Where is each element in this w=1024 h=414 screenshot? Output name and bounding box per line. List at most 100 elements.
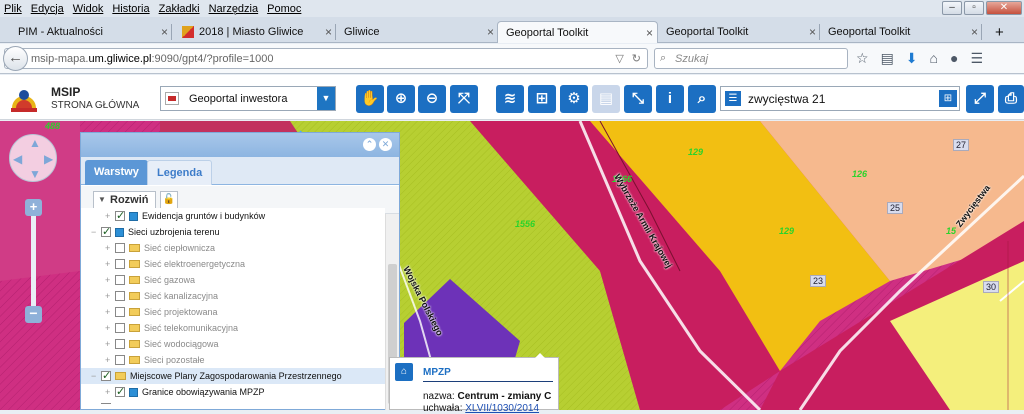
measure-button[interactable]: ⤡ bbox=[624, 85, 652, 113]
layer-checkbox[interactable] bbox=[115, 243, 125, 253]
menu-tools[interactable]: Narzędzia bbox=[209, 3, 259, 15]
search-map-button[interactable]: ⌕ bbox=[688, 85, 716, 113]
pan-up-icon[interactable]: ▲ bbox=[29, 136, 41, 150]
expand-toggle-icon[interactable]: + bbox=[105, 243, 115, 253]
tab-pim[interactable]: PIM - Aktualności × bbox=[10, 21, 172, 43]
add-layer-button[interactable]: ⊞ bbox=[528, 85, 556, 113]
tab-geoportal-3[interactable]: Geoportal Toolkit × bbox=[820, 21, 982, 43]
address-search-input[interactable]: ☰ zwycięstwa 21 ⊞ bbox=[720, 86, 960, 111]
layer-row[interactable]: + Granice obowiązywania MPZP bbox=[81, 384, 385, 400]
print-list-button[interactable]: ▤ bbox=[592, 85, 620, 113]
expand-toggle-icon[interactable]: + bbox=[105, 323, 115, 333]
pan-left-icon[interactable]: ◀ bbox=[13, 152, 22, 166]
menu-view[interactable]: Widok bbox=[73, 3, 104, 15]
layer-row[interactable]: − Miejscowe Plany Zagospodarowania Przest… bbox=[81, 368, 385, 384]
chat-icon[interactable]: ● bbox=[950, 50, 958, 67]
list-icon[interactable]: ☰ bbox=[725, 91, 741, 106]
tab-gliwice[interactable]: Gliwice × bbox=[336, 21, 498, 43]
pan-control[interactable]: ▲ ▼ ◀ ▶ bbox=[9, 134, 57, 182]
layer-checkbox[interactable] bbox=[115, 339, 125, 349]
new-tab-button[interactable]: + bbox=[987, 21, 1007, 43]
tab-geoportal-active[interactable]: Geoportal Toolkit × bbox=[497, 21, 658, 43]
pan-hand-button[interactable]: ✋ bbox=[356, 85, 384, 113]
zoom-slider[interactable] bbox=[31, 216, 36, 306]
layer-row[interactable]: + Sieć gazowa bbox=[81, 272, 385, 288]
dropdown-arrow-icon[interactable]: ▽ bbox=[615, 52, 623, 65]
layer-row[interactable]: + Sieć projektowana bbox=[81, 304, 385, 320]
zoom-out-button[interactable]: ⊖ bbox=[418, 85, 446, 113]
expand-button[interactable]: Rozwiń bbox=[93, 191, 156, 209]
layer-row[interactable]: + Sieć telekomunikacyjna bbox=[81, 320, 385, 336]
expand-toggle-icon[interactable]: + bbox=[105, 291, 115, 301]
menu-history[interactable]: Historia bbox=[112, 3, 149, 15]
layers-button[interactable]: ≋ bbox=[496, 85, 524, 113]
menu-edit[interactable]: Edycja bbox=[31, 3, 64, 15]
layer-row[interactable]: + Sieci pozostałe bbox=[81, 352, 385, 368]
expand-toggle-icon[interactable]: − bbox=[91, 371, 101, 381]
menu-bookmarks[interactable]: Zakładki bbox=[159, 3, 200, 15]
expand-toggle-icon[interactable]: − bbox=[91, 403, 101, 404]
hamburger-menu-icon[interactable]: ☰ bbox=[970, 50, 983, 67]
reading-list-icon[interactable]: ▤ bbox=[881, 50, 894, 67]
unlock-icon[interactable]: 🔓 bbox=[160, 191, 178, 209]
tab-legend[interactable]: Legenda bbox=[147, 160, 213, 185]
layer-checkbox[interactable] bbox=[115, 291, 125, 301]
layer-row[interactable]: − Sieci uzbrojenia terenu bbox=[81, 224, 385, 240]
expand-toggle-icon[interactable]: + bbox=[105, 307, 115, 317]
expand-toggle-icon[interactable]: + bbox=[105, 259, 115, 269]
layer-checkbox[interactable] bbox=[115, 307, 125, 317]
pan-down-icon[interactable]: ▼ bbox=[29, 167, 41, 181]
layer-checkbox[interactable] bbox=[115, 355, 125, 365]
expand-toggle-icon[interactable]: − bbox=[91, 227, 101, 237]
settings-button[interactable]: ⚙ bbox=[560, 85, 588, 113]
zoom-in-control[interactable]: + bbox=[25, 199, 42, 216]
layer-checkbox[interactable] bbox=[101, 401, 111, 404]
bookmark-star-icon[interactable]: ☆ bbox=[856, 50, 869, 67]
close-tab-icon[interactable]: × bbox=[325, 25, 332, 39]
info-button[interactable]: i bbox=[656, 85, 684, 113]
layer-row[interactable]: + Sieć kanalizacyjna bbox=[81, 288, 385, 304]
layer-checkbox[interactable] bbox=[115, 275, 125, 285]
brand-subtitle[interactable]: STRONA GŁÓWNA bbox=[51, 100, 139, 111]
close-tab-icon[interactable]: × bbox=[161, 25, 168, 39]
zoom-out-control[interactable]: − bbox=[25, 306, 42, 323]
fullscreen-button[interactable]: ⤢ bbox=[966, 85, 994, 113]
close-window-button[interactable]: ✕ bbox=[986, 1, 1022, 15]
chevron-down-icon[interactable]: ▼ bbox=[317, 87, 335, 110]
layer-row[interactable]: + Sieć ciepłownicza bbox=[81, 240, 385, 256]
close-tab-icon[interactable]: × bbox=[646, 26, 653, 40]
layer-checkbox[interactable] bbox=[115, 385, 125, 398]
full-extent-button[interactable]: ⤧ bbox=[450, 85, 478, 113]
print-button[interactable]: ⎙ bbox=[998, 85, 1024, 113]
layer-row[interactable]: + Ewidencja gruntów i budynków bbox=[81, 208, 385, 224]
panel-header[interactable]: ⌃ ✕ bbox=[81, 133, 399, 157]
menu-help[interactable]: Pomoc bbox=[267, 3, 301, 15]
close-tab-icon[interactable]: × bbox=[809, 25, 816, 39]
zoom-in-button[interactable]: ⊕ bbox=[387, 85, 415, 113]
url-bar[interactable]: msip-mapa. um.gliwice.pl:9090/gpt4/?profi… bbox=[4, 48, 648, 69]
layer-checkbox[interactable] bbox=[115, 259, 125, 269]
layer-row[interactable]: + Sieć wodociągowa bbox=[81, 336, 385, 352]
search-input[interactable]: ⌕ Szukaj bbox=[654, 48, 848, 69]
collapse-icon[interactable]: ⌃ bbox=[363, 138, 376, 151]
layer-checkbox[interactable] bbox=[115, 323, 125, 333]
close-icon[interactable]: ✕ bbox=[379, 138, 392, 151]
layer-checkbox[interactable] bbox=[115, 209, 125, 222]
close-tab-icon[interactable]: × bbox=[971, 25, 978, 39]
expand-toggle-icon[interactable]: + bbox=[105, 339, 115, 349]
layer-row[interactable]: − Struktura własności bbox=[81, 400, 385, 404]
layer-checkbox[interactable] bbox=[101, 369, 111, 382]
pan-right-icon[interactable]: ▶ bbox=[44, 152, 53, 166]
menu-file[interactable]: Plik bbox=[4, 3, 22, 15]
home-icon[interactable]: ⌂ bbox=[930, 50, 938, 67]
layer-row[interactable]: + Sieć elektroenergetyczna bbox=[81, 256, 385, 272]
download-icon[interactable]: ⬇ bbox=[906, 50, 918, 67]
tab-layers[interactable]: Warstwy bbox=[85, 160, 148, 185]
tab-miasto-gliwice[interactable]: 2018 | Miasto Gliwice × bbox=[174, 21, 336, 43]
minimize-button[interactable]: – bbox=[942, 1, 962, 15]
back-button[interactable]: ← bbox=[3, 46, 28, 71]
popup-resolution-link[interactable]: XLVII/1030/2014 bbox=[465, 403, 539, 414]
expand-toggle-icon[interactable]: + bbox=[105, 211, 115, 221]
profile-select[interactable]: Geoportal inwestora ▼ bbox=[160, 86, 336, 111]
expand-toggle-icon[interactable]: + bbox=[105, 275, 115, 285]
